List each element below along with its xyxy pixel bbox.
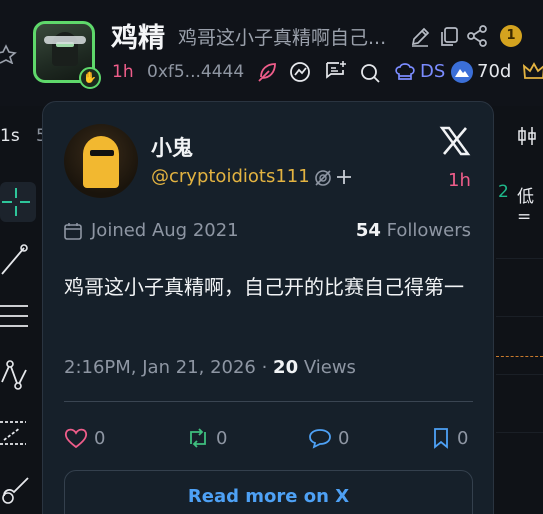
brush-tool-icon[interactable] [0,470,36,510]
pattern-tool-icon[interactable] [0,356,36,396]
price-low-label: 低= [517,187,534,227]
reply-bubble-icon [309,429,331,449]
token-address[interactable]: 0xf5...4444 [147,62,244,82]
price-dotted-line [496,356,543,357]
reply-action[interactable]: 0 [308,426,349,450]
measure-tool-icon[interactable] [0,414,36,454]
calendar-icon [64,223,82,240]
edit-icon[interactable] [409,26,431,48]
bookmark-icon [434,428,448,449]
hide-icon[interactable] [313,168,333,188]
retweet-count: 0 [216,427,228,449]
tweet-handle-text[interactable]: @cryptoidiots111 [151,166,310,187]
tweet-popover: 小鬼 @cryptoidiots111 1h Joined Aug 2021 5… [42,101,494,514]
followers-number: 54 [355,220,381,241]
x-logo-icon[interactable] [439,126,471,156]
retweet-action[interactable]: 0 [186,426,227,450]
grid-line [496,258,543,259]
tweet-time-ago: 1h [448,170,471,191]
views-label: Views [298,357,356,378]
chef-hat-icon[interactable] [393,61,417,83]
candlestick-icon[interactable] [517,125,537,147]
like-action[interactable]: 0 [64,426,105,450]
tweet-author-name[interactable]: 小鬼 [151,132,193,162]
search-icon[interactable] [359,62,381,84]
share-icon[interactable] [466,25,488,47]
timeframe-1s[interactable]: 1s [0,126,20,146]
bookmark-count: 0 [457,427,469,449]
tweet-meta: 2:16PM, Jan 21, 2026 · 20 Views [64,357,356,378]
views-count: 20 [273,357,299,378]
crosshair-tool-icon[interactable] [0,182,36,222]
price-side-number: 2 [498,182,509,202]
divider [64,401,473,402]
grid-line [496,316,543,317]
tweet-author-handle[interactable]: @cryptoidiots111 [151,166,310,187]
holder-value: 70d [477,61,512,82]
retweet-icon [190,428,206,448]
heart-icon [64,428,88,449]
horizontal-lines-tool-icon[interactable] [0,298,36,338]
verified-hand-icon: ✋ [79,67,101,89]
read-more-button[interactable]: Read more on X [64,470,473,514]
like-count: 0 [94,427,106,449]
bookmark-action[interactable]: 0 [431,426,468,450]
tweet-timestamp: 2:16PM, Jan 21, 2026 · [64,357,274,378]
crown-icon[interactable] [523,62,543,82]
followers-label: Followers [386,220,471,241]
copy-icon[interactable] [439,26,459,48]
chart-pump-icon[interactable] [289,61,313,83]
followers-count: 54 Followers [356,220,471,241]
mountain-icon[interactable] [450,60,474,84]
reply-count: 0 [338,427,350,449]
star-icon[interactable] [0,42,18,64]
feather-icon[interactable] [256,61,278,83]
token-header: ✋ 鸡精 鸡哥这小子真精啊自己... 1 1h 0xf5...4444 DS 7… [0,0,543,106]
dexscreener-label[interactable]: DS [420,61,445,82]
plus-icon[interactable] [335,168,353,186]
grid-line [496,374,543,375]
joined-date: Joined Aug 2021 [91,220,239,241]
coin-badge-icon[interactable]: 1 [500,25,522,47]
token-name: 鸡精 [111,23,165,54]
tweet-text: 鸡哥这小子真精啊，自己开的比赛自己得第一 [64,275,464,299]
comment-sparkle-icon[interactable] [324,60,348,82]
grid-line [496,432,543,433]
tweet-author-avatar[interactable] [64,124,138,198]
token-description: 鸡哥这小子真精啊自己... [178,27,387,49]
trendline-tool-icon[interactable] [0,240,36,280]
token-age: 1h [112,62,134,82]
